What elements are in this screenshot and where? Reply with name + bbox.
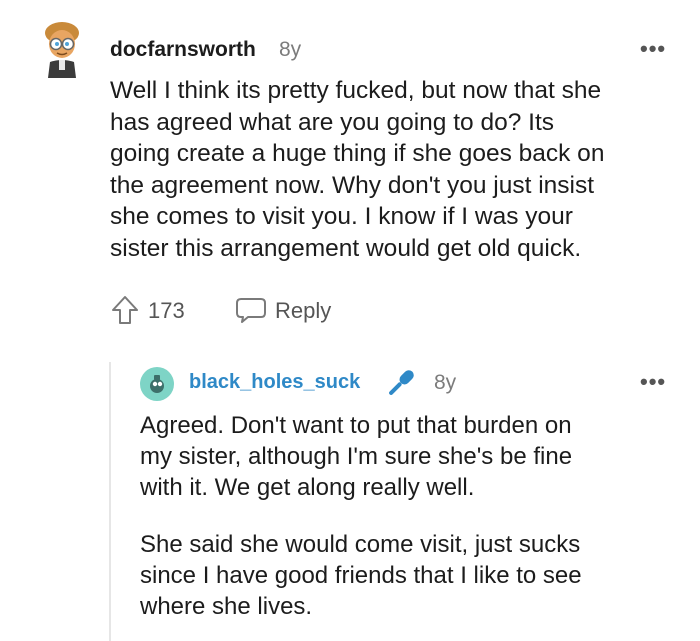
reply-avatar[interactable] — [140, 367, 174, 401]
upvote-icon — [112, 296, 138, 324]
reply-label: Reply — [275, 298, 332, 323]
avatar-icon — [140, 367, 174, 401]
user-flair-badge — [383, 366, 419, 400]
reply-body-paragraph-2: She said she would come visit, just suck… — [140, 529, 685, 622]
microphone-icon — [389, 370, 414, 395]
comment-body-line: she comes to visit you. I know if I was … — [110, 203, 573, 230]
reply-button[interactable]: Reply — [235, 293, 367, 327]
comment-body-line: the agreement now. Why don't you just in… — [110, 171, 595, 199]
reply-username[interactable]: black_holes_suck — [189, 371, 360, 394]
reply-body-line: where she lives. — [140, 593, 313, 620]
comment-body-line: has agreed what are you going to do? Its — [110, 108, 555, 136]
comment-username[interactable]: docfarnsworth — [110, 38, 256, 62]
comment-body-line: going create a huge thing if she goes ba… — [110, 140, 605, 167]
upvote-button[interactable] — [110, 294, 140, 326]
reply-body-line: since I have good friends that I like to… — [140, 562, 582, 589]
reply-body-line: She said she would come visit, just suck… — [140, 531, 581, 558]
comment-body-line: Well I think its pretty fucked, but now … — [110, 77, 602, 104]
reply-body-paragraph-1: Agreed. Don't want to put that burden on… — [140, 410, 685, 503]
reply-bubble-icon — [236, 298, 266, 323]
reply-age: 8y — [434, 371, 457, 394]
reply-more-button[interactable]: ••• — [640, 371, 666, 393]
reply-body-line: my sister, although I'm sure she's be fi… — [140, 443, 573, 470]
comment-body: Well I think its pretty fucked, but now … — [110, 75, 680, 264]
comment-age: 8y — [279, 38, 302, 61]
comment-more-button[interactable]: ••• — [640, 38, 666, 60]
avatar[interactable] — [38, 20, 86, 78]
reply-body-line: Agreed. Don't want to put that burden on — [140, 412, 572, 439]
avatar-icon — [45, 22, 79, 78]
reply-body-line: with it. We get along really well. — [140, 474, 475, 501]
vote-score: 173 — [148, 298, 185, 323]
comment-body-line: sister this arrangement would get old qu… — [110, 234, 582, 262]
thread-line[interactable] — [109, 362, 111, 641]
